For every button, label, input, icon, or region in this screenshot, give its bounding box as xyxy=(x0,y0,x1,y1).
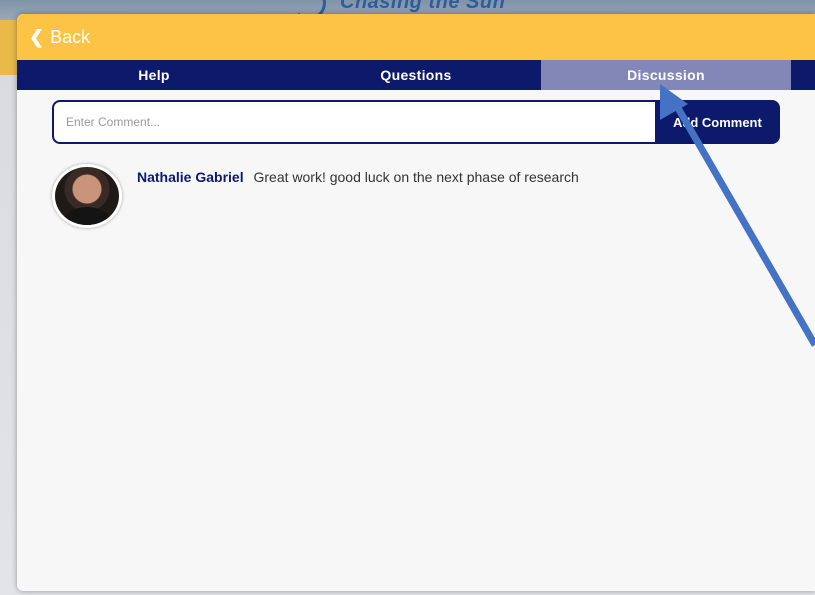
comment-author[interactable]: Nathalie Gabriel xyxy=(137,169,244,185)
avatar xyxy=(52,164,122,228)
chevron-left-icon: ❮ xyxy=(29,26,45,47)
comment-item: Nathalie Gabriel Great work! good luck o… xyxy=(52,164,792,234)
tab-bar: Help Questions Discussion xyxy=(17,60,815,90)
avatar-shoulders xyxy=(63,207,111,225)
background-title: Chasing the Sun xyxy=(340,0,506,13)
comment-input[interactable] xyxy=(52,100,655,144)
add-comment-button[interactable]: Add Comment xyxy=(655,100,780,144)
tab-discussion[interactable]: Discussion xyxy=(541,60,791,90)
tab-help[interactable]: Help xyxy=(17,60,291,90)
comment-body: Nathalie Gabriel Great work! good luck o… xyxy=(137,169,579,234)
tab-questions[interactable]: Questions xyxy=(291,60,541,90)
modal-header: ❮ Back xyxy=(17,14,815,60)
comment-form: Add Comment xyxy=(52,100,780,144)
discussion-modal: ❮ Back Help Questions Discussion Add Com… xyxy=(17,14,815,591)
back-button[interactable]: ❮ Back xyxy=(29,25,90,49)
comment-text: Great work! good luck on the next phase … xyxy=(253,169,579,185)
back-label: Back xyxy=(50,26,91,47)
